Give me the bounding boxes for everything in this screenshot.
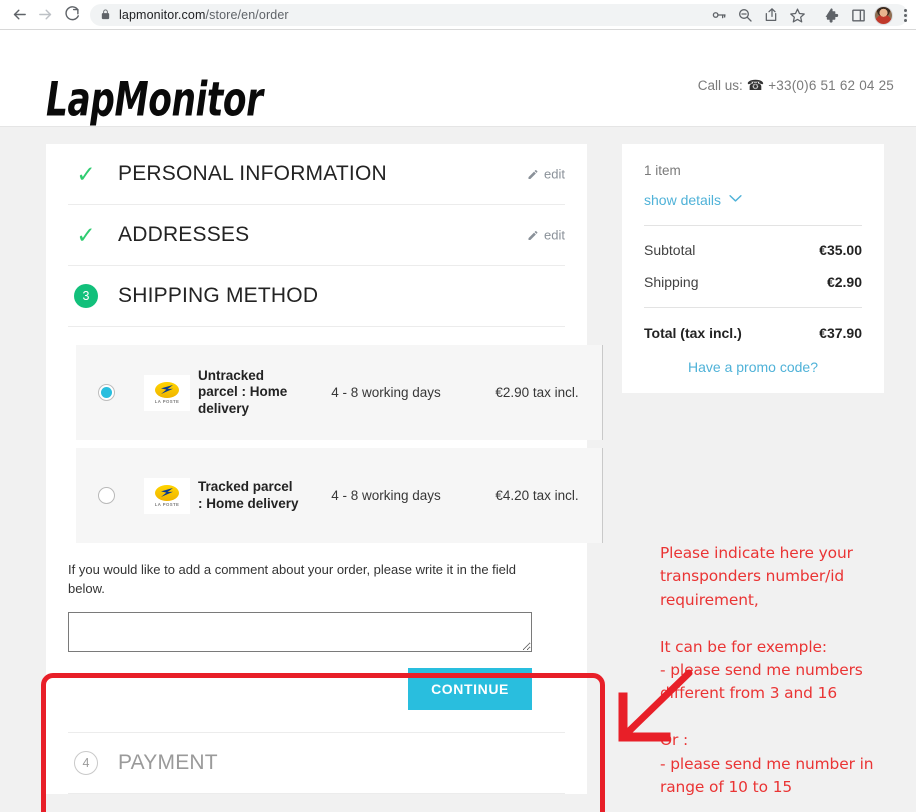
- chevron-down-icon: [729, 194, 742, 206]
- la-poste-logo-text: LA POSTE: [154, 501, 180, 507]
- lock-icon: [100, 9, 111, 20]
- show-details-label: show details: [644, 192, 722, 208]
- divider: [644, 307, 862, 308]
- carrier-logo-cell: LA POSTE: [136, 477, 198, 514]
- summary-row-total: Total (tax incl.) €37.90: [644, 325, 862, 341]
- shipping-option-row[interactable]: LA POSTE Untracked parcel : Home deliver…: [76, 345, 603, 440]
- check-icon: ✓: [76, 221, 96, 248]
- step-title: PAYMENT: [118, 750, 218, 774]
- la-poste-logo-icon: LA POSTE: [144, 374, 190, 411]
- step-marker: ✓: [68, 160, 104, 187]
- order-comment-input[interactable]: [68, 611, 532, 652]
- edit-addresses-link[interactable]: edit: [527, 228, 565, 243]
- step-marker: 3: [68, 284, 104, 308]
- forward-arrow-icon: [38, 9, 51, 20]
- checkout-step-shipping-method[interactable]: 3 SHIPPING METHOD: [68, 266, 565, 327]
- summary-row-shipping: Shipping €2.90: [644, 274, 862, 290]
- order-comment-block: If you would like to add a comment about…: [46, 551, 587, 732]
- edit-label: edit: [544, 227, 565, 243]
- shipping-option-delay: 4 - 8 working days: [331, 488, 441, 503]
- shipping-option-delay: 4 - 8 working days: [331, 385, 441, 400]
- password-key-icon[interactable]: [706, 2, 732, 28]
- omnibox-actions: [706, 0, 810, 30]
- shipping-options-list: LA POSTE Untracked parcel : Home deliver…: [46, 327, 603, 543]
- promo-code-link[interactable]: Have a promo code?: [644, 359, 862, 375]
- step-marker: ✓: [68, 221, 104, 248]
- shipping-radio-tracked[interactable]: [97, 487, 115, 504]
- call-us-label: Call us:: [697, 78, 743, 93]
- summary-total-value: €37.90: [819, 325, 862, 341]
- la-poste-logo-text: LA POSTE: [154, 398, 180, 404]
- shipping-option-name: Tracked parcel : Home delivery: [198, 479, 299, 511]
- site-logo[interactable]: LapMonitor: [46, 73, 263, 127]
- order-comment-label: If you would like to add a comment about…: [68, 562, 517, 596]
- forward-button[interactable]: [32, 2, 58, 28]
- shipping-option-row[interactable]: LA POSTE Tracked parcel : Home delivery …: [76, 448, 603, 543]
- carrier-logo-cell: LA POSTE: [136, 374, 198, 411]
- summary-row-subtotal: Subtotal €35.00: [644, 242, 862, 258]
- edit-label: edit: [544, 166, 565, 182]
- shipping-radio-cell[interactable]: [76, 384, 136, 401]
- side-panel-icon[interactable]: [845, 2, 871, 28]
- step-title: SHIPPING METHOD: [118, 284, 319, 307]
- zoom-out-icon[interactable]: [732, 2, 758, 28]
- shipping-radio-untracked[interactable]: [97, 384, 115, 401]
- checkout-step-payment[interactable]: 4 PAYMENT: [68, 731, 565, 794]
- telephone-icon: ☎: [746, 77, 765, 93]
- call-us-block: Call us: ☎ +33(0)6 51 62 04 25: [698, 77, 894, 94]
- page-body: ✓ PERSONAL INFORMATION edit ✓ ADDRESSES …: [0, 127, 916, 812]
- order-summary-panel: 1 item show details Subtotal €35.00 Ship…: [622, 144, 884, 393]
- browser-extension-area: [819, 0, 914, 30]
- shipping-option-price: €2.90 tax incl.: [495, 385, 579, 400]
- reload-icon: [64, 6, 79, 21]
- summary-label: Shipping: [644, 274, 699, 290]
- menu-kebab-icon[interactable]: [896, 8, 914, 22]
- checkout-panel: ✓ PERSONAL INFORMATION edit ✓ ADDRESSES …: [46, 144, 603, 794]
- summary-value: €2.90: [826, 274, 862, 290]
- shipping-radio-cell[interactable]: [76, 487, 136, 504]
- step-number-badge: 3: [74, 284, 98, 308]
- summary-label: Subtotal: [644, 242, 696, 258]
- divider: [644, 225, 862, 226]
- summary-value: €35.00: [819, 242, 862, 258]
- shipping-option-price: €4.20 tax incl.: [495, 488, 579, 503]
- continue-button[interactable]: CONTINUE: [408, 667, 532, 710]
- checkout-step-addresses[interactable]: ✓ ADDRESSES edit: [68, 205, 565, 266]
- back-button[interactable]: [6, 2, 32, 28]
- url-text: lapmonitor.com/store/en/order: [119, 8, 289, 22]
- extensions-puzzle-icon[interactable]: [819, 2, 845, 28]
- item-count: 1 item: [644, 163, 681, 178]
- url-domain: lapmonitor.com: [119, 7, 206, 22]
- la-poste-logo-icon: LA POSTE: [144, 477, 190, 514]
- step-title: PERSONAL INFORMATION: [118, 162, 387, 185]
- site-header: LapMonitor Call us: ☎ +33(0)6 51 62 04 2…: [0, 30, 916, 127]
- step-marker: 4: [68, 750, 104, 775]
- phone-number[interactable]: +33(0)6 51 62 04 25: [768, 78, 894, 93]
- annotation-text: Please indicate here your transponders n…: [660, 544, 874, 797]
- step-title: ADDRESSES: [118, 223, 250, 246]
- share-icon[interactable]: [758, 2, 784, 28]
- url-path: /store/en/order: [205, 7, 289, 22]
- profile-avatar[interactable]: [874, 5, 893, 25]
- pencil-icon: [528, 169, 538, 179]
- check-icon: ✓: [76, 160, 96, 187]
- back-arrow-icon: [13, 9, 26, 20]
- edit-personal-information-link[interactable]: edit: [527, 167, 565, 182]
- shipping-option-name: Untracked parcel : Home delivery: [198, 367, 288, 416]
- step-number-badge: 4: [74, 750, 98, 775]
- pencil-icon: [528, 230, 538, 240]
- show-details-toggle[interactable]: show details: [644, 192, 862, 208]
- bookmark-star-icon[interactable]: [784, 2, 810, 28]
- summary-total-label: Total (tax incl.): [644, 325, 742, 341]
- reload-button[interactable]: [58, 2, 84, 28]
- continue-row: CONTINUE: [68, 667, 532, 710]
- checkout-step-personal-information[interactable]: ✓ PERSONAL INFORMATION edit: [68, 144, 565, 205]
- browser-toolbar: lapmonitor.com/store/en/order: [0, 0, 916, 30]
